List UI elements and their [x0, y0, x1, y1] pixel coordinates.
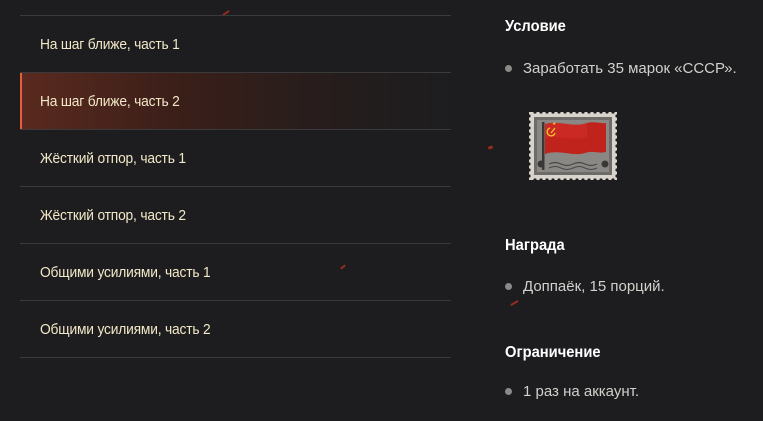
mission-item-1[interactable]: На шаг ближе, часть 1 — [20, 16, 451, 73]
mission-item-label: Жёсткий отпор, часть 2 — [40, 206, 186, 224]
mission-list: На шаг ближе, часть 1 На шаг ближе, част… — [20, 15, 451, 358]
mission-item-label: Общими усилиями, часть 2 — [40, 320, 211, 338]
limit-item: 1 раз на аккаунт. — [505, 383, 639, 400]
mission-item-3[interactable]: Жёсткий отпор, часть 1 — [20, 130, 451, 187]
mission-item-4[interactable]: Жёсткий отпор, часть 2 — [20, 187, 451, 244]
reward-text: Доппаёк, 15 порций. — [523, 278, 665, 295]
reward-item: Доппаёк, 15 порций. — [505, 278, 665, 295]
reward-title: Награда — [505, 237, 565, 254]
mission-item-label: На шаг ближе, часть 1 — [40, 35, 180, 53]
bullet-icon — [505, 388, 512, 395]
ussr-flag-stamp-icon — [529, 112, 617, 180]
bullet-icon — [505, 65, 512, 72]
limit-text: 1 раз на аккаунт. — [523, 383, 639, 400]
mission-item-6[interactable]: Общими усилиями, часть 2 — [20, 301, 451, 358]
mission-item-label: На шаг ближе, часть 2 — [40, 92, 180, 110]
limit-title: Ограничение — [505, 344, 601, 361]
condition-text: Заработать 35 марок «СССР». — [523, 60, 737, 77]
mission-item-2[interactable]: На шаг ближе, часть 2 — [20, 73, 451, 130]
spark-decoration — [487, 145, 494, 150]
mission-item-label: Общими усилиями, часть 1 — [40, 263, 211, 281]
condition-item: Заработать 35 марок «СССР». — [505, 60, 737, 77]
mission-item-label: Жёсткий отпор, часть 1 — [40, 149, 186, 167]
bullet-icon — [505, 283, 512, 290]
mission-page: На шаг ближе, часть 1 На шаг ближе, част… — [0, 0, 763, 421]
spark-decoration — [510, 299, 519, 307]
condition-title: Условие — [505, 18, 566, 35]
mission-item-5[interactable]: Общими усилиями, часть 1 — [20, 244, 451, 301]
